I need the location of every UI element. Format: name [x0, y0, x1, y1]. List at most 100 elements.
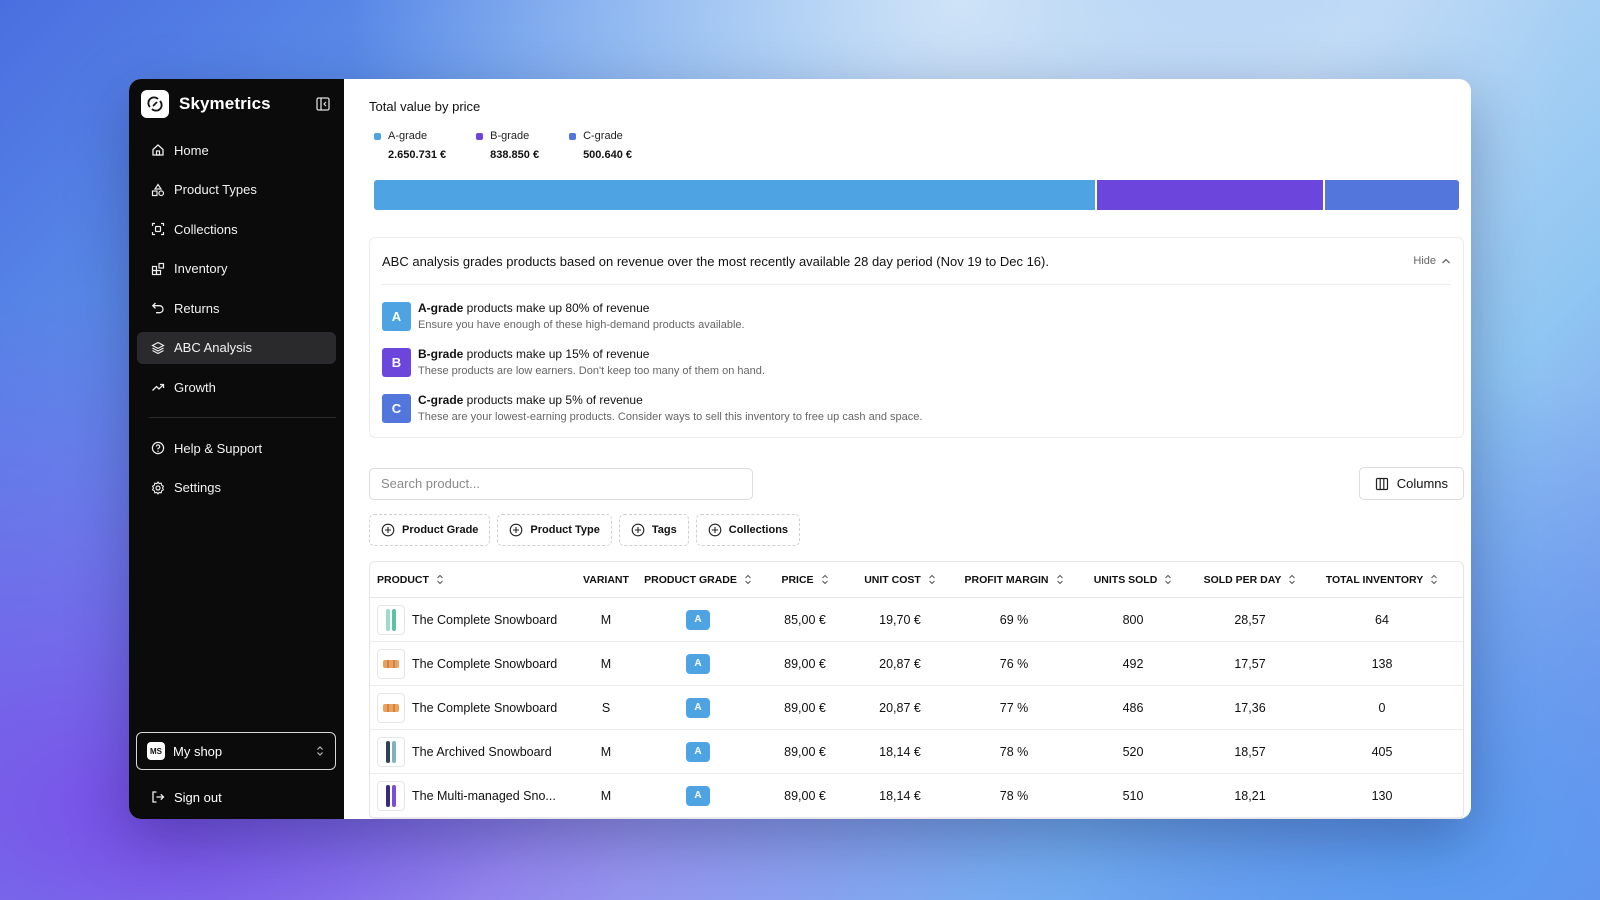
- sort-icon: [1056, 574, 1063, 585]
- product-name[interactable]: The Archived Snowboard: [412, 745, 552, 759]
- shop-switcher[interactable]: MS My shop: [136, 732, 336, 770]
- filter-label: Product Type: [530, 524, 600, 536]
- cell-unit-cost: 20,87 €: [879, 700, 921, 715]
- cell-total-inventory: 0: [1378, 700, 1386, 715]
- column-header-units-sold[interactable]: UNITS SOLD: [1079, 574, 1187, 586]
- cell-grade: A: [637, 785, 759, 806]
- sidebar-item-label: Help & Support: [174, 440, 263, 456]
- sidebar-item-collections[interactable]: Collections: [137, 213, 336, 245]
- grade-badge-c: C: [382, 393, 411, 423]
- sort-icon: [1289, 574, 1296, 585]
- table-row[interactable]: The Complete Snowboard S A 89,00 € 20,87 € 77…: [370, 686, 1463, 730]
- filter-collections[interactable]: Collections: [695, 514, 801, 546]
- hide-button[interactable]: Hide: [1413, 255, 1451, 267]
- sort-icon: [1165, 574, 1172, 585]
- help-icon: [151, 441, 165, 455]
- cell-profit-margin: 76 %: [999, 656, 1029, 671]
- cell-unit-cost: 19,70 €: [879, 612, 921, 627]
- sort-icon: [821, 574, 828, 585]
- product-name[interactable]: The Complete Snowboard: [412, 657, 557, 671]
- table-toolbar: Columns: [369, 467, 1464, 500]
- filter-product-grade[interactable]: Product Grade: [369, 514, 491, 546]
- table-row[interactable]: The Complete Snowboard M A 85,00 € 19,70 € 69…: [370, 598, 1463, 642]
- table-row[interactable]: The Archived Snowboard M A 89,00 € 18,14 € 78…: [370, 730, 1463, 774]
- cell-grade: A: [637, 653, 759, 674]
- filter-product-type[interactable]: Product Type: [497, 514, 612, 546]
- column-header-variant[interactable]: VARIANT: [575, 574, 637, 586]
- grade-title: B-grade: [418, 347, 464, 361]
- cell-unit-cost: 18,14 €: [879, 788, 921, 803]
- filter-tags[interactable]: Tags: [618, 514, 689, 546]
- grade-badge: A: [686, 653, 710, 674]
- app-window: Skymetrics Home Product Types Collection…: [129, 79, 1471, 819]
- sidebar: Skymetrics Home Product Types Collection…: [129, 79, 344, 819]
- column-header-price[interactable]: PRICE: [759, 574, 851, 586]
- sidebar-item-label: Home: [174, 142, 209, 158]
- sidebar-item-inventory[interactable]: Inventory: [137, 253, 336, 285]
- undo-icon: [151, 302, 164, 314]
- sort-icon: [437, 574, 443, 585]
- cell-variant: M: [600, 788, 612, 803]
- hide-label: Hide: [1413, 255, 1436, 267]
- table-header: PRODUCT VARIANT PRODUCT GRADE PRICE UNIT…: [370, 562, 1463, 598]
- sidebar-item-growth[interactable]: Growth: [137, 371, 336, 403]
- product-thumbnail: [377, 604, 405, 635]
- grade-description: These products are low earners. Don't ke…: [418, 365, 765, 377]
- grade-badge-b: B: [382, 347, 411, 377]
- cell-units-sold: 800: [1122, 612, 1144, 627]
- sign-out-button[interactable]: Sign out: [137, 781, 236, 813]
- table-row[interactable]: The Complete Snowboard M A 89,00 € 20,87 € 76…: [370, 642, 1463, 686]
- header-label: UNITS SOLD: [1093, 573, 1158, 586]
- columns-button[interactable]: Columns: [1358, 467, 1464, 500]
- grade-badge: A: [686, 741, 710, 762]
- header-label: PRODUCT: [377, 573, 429, 586]
- sort-icon: [928, 574, 935, 585]
- plus-circle-icon: [708, 523, 722, 537]
- sidebar-item-home[interactable]: Home: [137, 134, 336, 166]
- product-name[interactable]: The Complete Snowboard: [412, 613, 557, 627]
- columns-icon: [1375, 477, 1388, 490]
- column-header-grade[interactable]: PRODUCT GRADE: [637, 574, 759, 586]
- cell-price: 85,00 €: [784, 612, 826, 627]
- cell-sold-per-day: 18,21: [1234, 788, 1266, 803]
- brand: Skymetrics: [137, 84, 336, 124]
- header-label: TOTAL INVENTORY: [1325, 573, 1424, 586]
- column-header-product[interactable]: PRODUCT: [370, 574, 575, 586]
- sidebar-item-label: Collections: [174, 221, 238, 237]
- column-header-total-inventory[interactable]: TOTAL INVENTORY: [1313, 574, 1451, 586]
- legend-value: 2.650.731 €: [388, 149, 447, 161]
- grade-row-c: C C-grade products make up 5% of revenue…: [382, 393, 1451, 423]
- header-label: PROFIT MARGIN: [964, 573, 1049, 586]
- shop-avatar: MS: [147, 742, 165, 760]
- bar-segment-a-grade: [374, 180, 1095, 210]
- cell-product: The Multi-managed Sno...: [370, 780, 575, 811]
- sort-icon: [1431, 574, 1438, 585]
- column-header-sold-per-day[interactable]: SOLD PER DAY: [1187, 574, 1313, 586]
- table-row[interactable]: The Multi-managed Sno... M A 89,00 € 18,14 €…: [370, 774, 1463, 818]
- cell-unit-cost: 18,14 €: [879, 744, 921, 759]
- collapse-sidebar-icon[interactable]: [314, 95, 332, 113]
- product-name[interactable]: The Complete Snowboard: [412, 701, 557, 715]
- sidebar-item-label: Settings: [174, 480, 221, 495]
- product-name[interactable]: The Multi-managed Sno...: [412, 789, 556, 803]
- sidebar-item-returns[interactable]: Returns: [137, 292, 336, 324]
- sidebar-item-label: Inventory: [174, 261, 228, 276]
- logo-icon: [141, 90, 169, 118]
- home-icon: [152, 144, 164, 156]
- sidebar-item-help-support[interactable]: Help & Support: [137, 432, 336, 464]
- filter-label: Product Grade: [402, 524, 479, 536]
- column-header-profit-margin[interactable]: PROFIT MARGIN: [949, 574, 1079, 586]
- cell-units-sold: 492: [1122, 656, 1144, 671]
- bar-segment-b-grade: [1094, 180, 1323, 210]
- search-input[interactable]: [369, 467, 753, 500]
- sidebar-item-product-types[interactable]: Product Types: [137, 174, 336, 206]
- cell-grade: A: [637, 697, 759, 718]
- legend-label: C-grade: [583, 130, 623, 142]
- sidebar-item-settings[interactable]: Settings: [137, 472, 336, 504]
- cell-price: 89,00 €: [784, 744, 826, 759]
- sidebar-item-abc-analysis[interactable]: ABC Analysis: [137, 331, 336, 364]
- sidebar-item-label: Returns: [174, 300, 220, 316]
- cell-units-sold: 486: [1122, 700, 1144, 715]
- cell-price: 89,00 €: [784, 700, 826, 715]
- column-header-unit-cost[interactable]: UNIT COST: [851, 574, 949, 586]
